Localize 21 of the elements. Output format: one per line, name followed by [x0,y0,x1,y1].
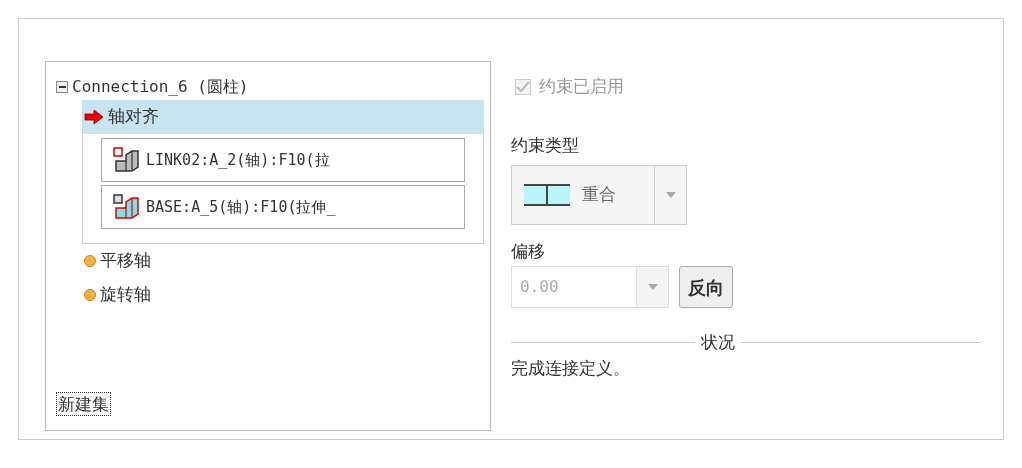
collapse-icon[interactable] [56,81,68,93]
field-label: 偏移 [511,239,545,263]
tree-item[interactable]: Connection_6 (圆柱) [72,75,249,99]
check-icon [516,81,530,93]
reference-item[interactable]: BASE:A_5(轴):F10(拉伸_ [101,185,465,229]
new-set-link[interactable]: 新建集 [56,392,111,416]
caret-icon [665,191,676,198]
part-icon [112,147,140,173]
checkbox-label: 约束已启用 [539,75,624,99]
arrow-icon [84,109,104,125]
tree-item[interactable]: 轴对齐 [82,100,484,134]
tree-item[interactable]: 旋转轴 [82,278,484,312]
section-title: 状况 [701,331,735,354]
status-message: 完成连接定义。 [511,356,630,380]
type-dropdown[interactable]: 重合 [511,164,687,225]
tree-item[interactable]: 平移轴 [82,244,484,278]
part-icon [112,194,140,220]
caret-icon [647,284,658,290]
field-label: 约束类型 [511,134,579,157]
coincident-icon [524,183,570,206]
reference-item[interactable]: LINK02:A_2(轴):F10(拉 [101,138,465,182]
